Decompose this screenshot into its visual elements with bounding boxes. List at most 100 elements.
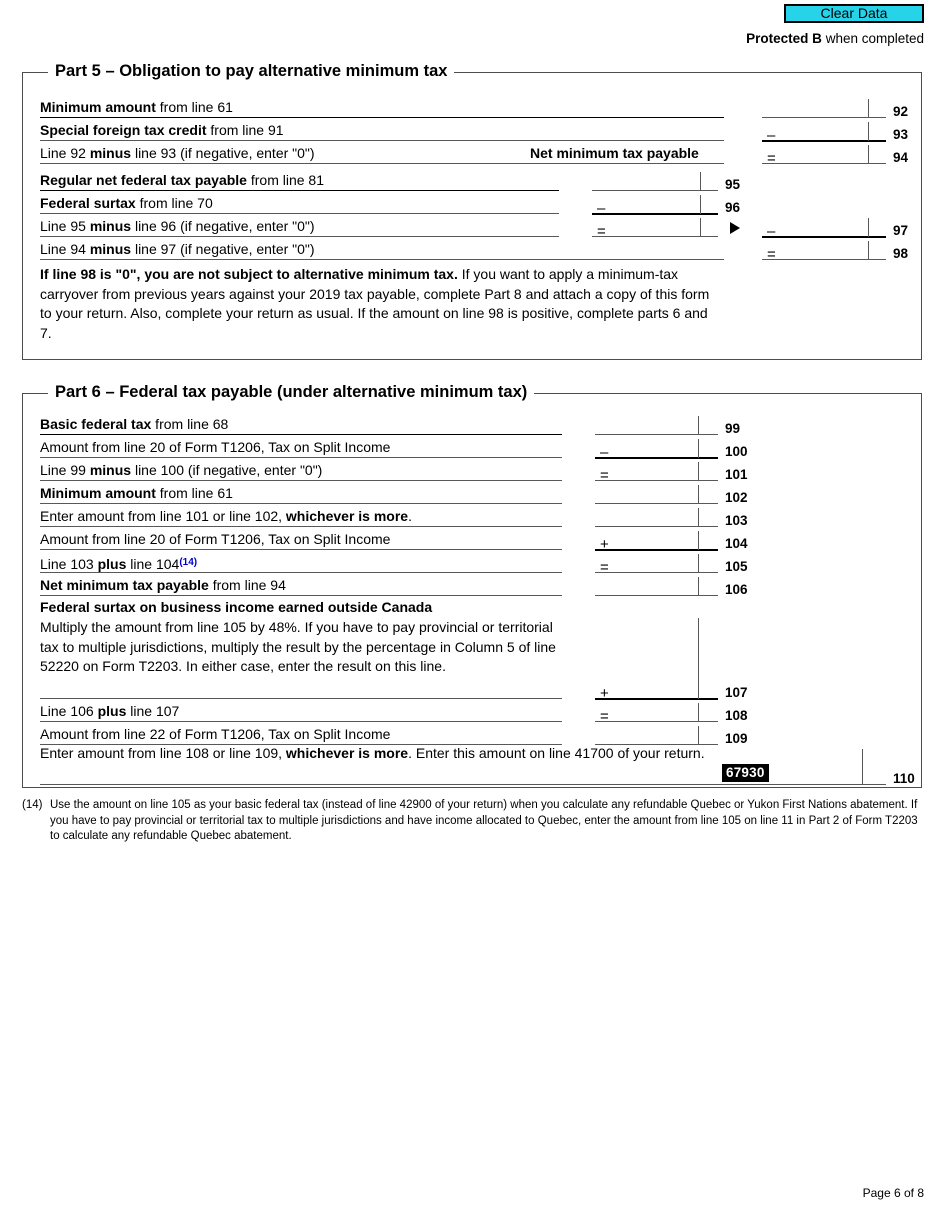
part5-row-98-leader	[40, 259, 724, 260]
part5-linenum-98: 98	[893, 246, 909, 261]
part6-row-106-label: Net minimum tax payable from line 94	[40, 577, 286, 594]
footnote-14-text: Use the amount on line 105 as your basic…	[50, 799, 918, 842]
part5-linenum-92: 92	[893, 104, 909, 119]
part6-field-103[interactable]	[595, 526, 718, 527]
part5-field-95-cents-tick	[700, 172, 701, 191]
part6-linenum-102: 102	[725, 490, 748, 505]
part5-row-93-leader	[40, 140, 724, 141]
part6-linenum-107: 107	[725, 685, 748, 700]
part6-row-102-leader	[40, 503, 562, 504]
footnote-ref-14[interactable]: (14)	[179, 557, 197, 568]
part6-row-103-label: Enter amount from line 101 or line 102, …	[40, 508, 412, 524]
part6-row-99-leader	[40, 434, 562, 435]
part6-row-101-leader	[40, 480, 562, 481]
part6-field-99[interactable]	[595, 434, 718, 435]
part5-row-94-leader	[40, 163, 724, 164]
part6-field-100[interactable]	[595, 457, 718, 459]
clear-data-button[interactable]: Clear Data	[784, 4, 924, 23]
part5-row-95-label-rest: from line 81	[246, 172, 325, 188]
part6-final-text-1: Enter amount from line 108 or line 109,	[40, 745, 286, 761]
part5-row-96-label-rest: from line 70	[135, 195, 213, 211]
part6-field-101[interactable]	[595, 480, 718, 481]
protected-b-strong: Protected B	[746, 31, 822, 46]
part6-linenum-101: 101	[725, 467, 748, 482]
footnote-14-marker: (14)	[22, 799, 43, 811]
part6-row-102-label-rest: from line 61	[155, 485, 233, 501]
part6-field-104-cents-tick	[698, 531, 699, 550]
part6-field-106[interactable]	[595, 595, 718, 596]
part6-row-102-label-bold: Minimum amount	[40, 485, 156, 501]
part6-field-107[interactable]	[595, 698, 718, 700]
part6-field-106-cents-tick	[698, 577, 699, 596]
part5-field-97-mid-cents-tick	[700, 218, 701, 237]
part5-row-92-label-rest: from line 61	[155, 99, 233, 115]
part6-linenum-100: 100	[725, 444, 748, 459]
part6-field-102[interactable]	[595, 503, 718, 504]
part5-note-bold: If line 98 is "0", you are not subject t…	[40, 266, 458, 282]
part6-row-105-leader	[40, 572, 562, 573]
part5-field-92-cents-tick	[868, 99, 869, 118]
protected-b-notice: Protected B when completed	[746, 31, 924, 46]
part6-row-110-leader	[40, 784, 860, 785]
part6-final-instruction: Enter amount from line 108 or line 109, …	[40, 744, 740, 764]
part6-field-108-cents-tick	[698, 703, 699, 722]
part6-field-105-cents-tick	[698, 554, 699, 573]
part6-linenum-99: 99	[725, 421, 741, 436]
part6-field-108[interactable]	[595, 721, 718, 722]
part5-row-96-label: Federal surtax from line 70	[40, 195, 213, 212]
part6-row-106-leader	[40, 595, 562, 596]
part5-linenum-93: 93	[893, 127, 909, 142]
part5-row-92-label: Minimum amount from line 61	[40, 99, 233, 116]
part5-row-92-label-bold: Minimum amount	[40, 99, 156, 115]
part5-row-95-label-bold: Regular net federal tax payable	[40, 172, 247, 188]
part6-field-99-cents-tick	[698, 416, 699, 435]
form-page: Clear Data Protected B when completed Pa…	[0, 0, 950, 1230]
part5-field-98-cents-tick	[868, 241, 869, 260]
part5-row-93-label-bold: Special foreign tax credit	[40, 122, 207, 138]
part6-linenum-106: 106	[725, 582, 748, 597]
part6-linenum-110: 110	[893, 771, 915, 786]
part6-row-104-leader	[40, 549, 562, 550]
part6-row-106-label-bold: Net minimum tax payable	[40, 577, 209, 593]
part6-row-100-leader	[40, 457, 562, 458]
footnote-14: (14) Use the amount on line 105 as your …	[22, 798, 922, 845]
part6-linenum-103: 103	[725, 513, 748, 528]
part5-row-96-label-bold: Federal surtax	[40, 195, 136, 211]
part6-row-109-label: Amount from line 22 of Form T1206, Tax o…	[40, 726, 391, 742]
part5-row-95-label: Regular net federal tax payable from lin…	[40, 172, 324, 189]
part5-row-97-label: Line 95 minus line 96 (if negative, ente…	[40, 218, 315, 234]
part5-row-95-leader	[40, 190, 559, 191]
part5-net-minimum-tax-payable-label: Net minimum tax payable	[530, 145, 699, 161]
part6-row-108-label: Line 106 plus line 107	[40, 703, 180, 719]
part6-title: Part 6 – Federal tax payable (under alte…	[48, 383, 535, 401]
part5-linenum-97: 97	[893, 223, 909, 238]
part5-field-96-cents-tick	[700, 195, 701, 214]
part6-field-104[interactable]	[595, 549, 718, 551]
part6-field-109-cents-tick	[698, 726, 699, 745]
part5-row-96-leader	[40, 213, 559, 214]
part6-field-110-cents-tick	[862, 749, 863, 785]
part6-field-105[interactable]	[595, 572, 718, 573]
line-110-code-box: 67930	[722, 764, 769, 782]
part6-row-104-label: Amount from line 20 of Form T1206, Tax o…	[40, 531, 391, 547]
part6-linenum-108: 108	[725, 708, 748, 723]
part6-row-102-label: Minimum amount from line 61	[40, 485, 233, 502]
part6-row-99-label-bold: Basic federal tax	[40, 416, 152, 432]
carry-arrow-icon	[730, 222, 740, 234]
part6-field-100-cents-tick	[698, 439, 699, 458]
part5-linenum-95: 95	[725, 177, 741, 192]
part5-row-92-leader	[40, 117, 724, 118]
page-number: Page 6 of 8	[862, 1186, 924, 1200]
part5-note: If line 98 is "0", you are not subject t…	[40, 265, 720, 343]
part5-field-97-cents-tick	[868, 218, 869, 237]
part6-row-99-label-rest: from line 68	[151, 416, 229, 432]
part6-row-101-label: Line 99 minus line 100 (if negative, ent…	[40, 462, 323, 478]
part6-row-108-leader	[40, 721, 562, 722]
part6-linenum-104: 104	[725, 536, 748, 551]
part5-row-98-label: Line 94 minus line 97 (if negative, ente…	[40, 241, 315, 257]
part6-field-110[interactable]	[820, 784, 886, 785]
part6-row-105-label: Line 103 plus line 104(14)	[40, 556, 198, 572]
part6-final-text-2: . Enter this amount on line 41700 of you…	[408, 745, 705, 761]
part5-title: Part 5 – Obligation to pay alternative m…	[48, 62, 455, 80]
part5-linenum-96: 96	[725, 200, 741, 215]
